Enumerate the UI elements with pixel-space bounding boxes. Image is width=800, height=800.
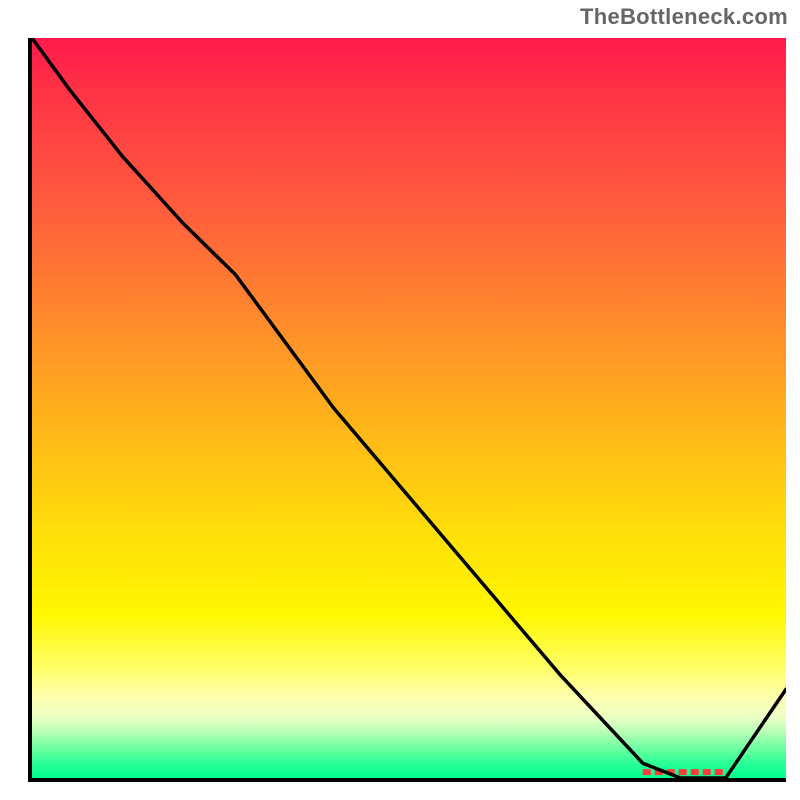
chart-frame: TheBottleneck.com [0,0,800,800]
plot-area [28,38,786,782]
curve-layer [32,38,786,778]
source-label: TheBottleneck.com [580,4,788,30]
bottleneck-curve [32,38,786,778]
